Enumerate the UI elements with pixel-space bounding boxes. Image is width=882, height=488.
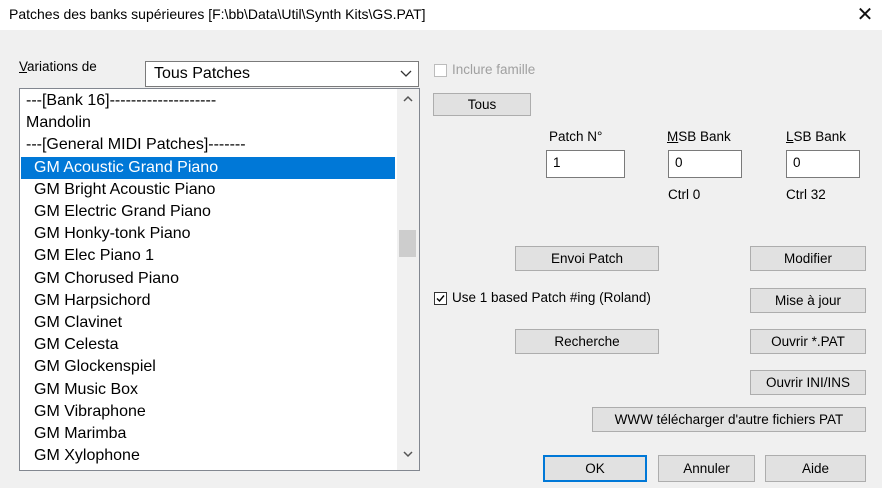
list-item[interactable]: GM Celesta	[21, 334, 395, 356]
ok-button[interactable]: OK	[543, 455, 647, 482]
lsb-bank-label: LSB Bank	[786, 129, 847, 144]
vertical-scrollbar[interactable]	[397, 89, 419, 470]
open-pat-button[interactable]: Ouvrir *.PAT	[750, 329, 866, 354]
list-item[interactable]: Mandolin	[21, 112, 395, 134]
list-item[interactable]: GM Marimba	[21, 423, 395, 445]
tous-button[interactable]: Tous	[433, 93, 531, 116]
msb-bank-field[interactable]: 0	[668, 150, 742, 178]
chevron-down-icon	[400, 64, 412, 85]
update-button[interactable]: Mise à jour	[750, 288, 866, 313]
patch-number-label: Patch N°	[549, 129, 603, 144]
checkmark-icon	[436, 295, 445, 303]
list-item[interactable]: GM Honky-tonk Piano	[21, 223, 395, 245]
download-pat-files-button[interactable]: WWW télécharger d'autre fichiers PAT	[592, 407, 866, 432]
lsb-bank-field[interactable]: 0	[786, 150, 860, 178]
scroll-thumb[interactable]	[399, 230, 416, 257]
close-icon[interactable]: ✕	[853, 3, 877, 27]
scroll-down-icon[interactable]	[397, 447, 419, 464]
variations-dropdown[interactable]: Tous Patches	[145, 61, 419, 87]
list-item[interactable]: GM Acoustic Grand Piano	[21, 156, 395, 179]
list-item[interactable]: GM Harpsichord	[21, 290, 395, 312]
modify-button[interactable]: Modifier	[750, 246, 866, 271]
patch-listbox[interactable]: ---[Bank 16]-------------------- Mandolin…	[19, 88, 420, 471]
list-item[interactable]: GM Chorused Piano	[21, 268, 395, 290]
patch-number-field[interactable]: 1	[546, 150, 625, 178]
msb-bank-label: MSB Bank	[667, 129, 731, 144]
search-button[interactable]: Recherche	[515, 329, 659, 354]
use-one-based-checkbox[interactable]	[434, 292, 447, 305]
scroll-up-icon[interactable]	[397, 92, 419, 109]
msb-ctrl-label: Ctrl 0	[668, 187, 701, 202]
list-item[interactable]: GM Clavinet	[21, 312, 395, 334]
lsb-ctrl-label: Ctrl 32	[786, 187, 826, 202]
include-family-checkbox[interactable]	[434, 64, 447, 77]
window-title: Patches des banks supérieures [F:\bb\Dat…	[9, 6, 426, 22]
include-family-label: Inclure famille	[452, 62, 536, 77]
list-item[interactable]: ---[Bank 16]--------------------	[21, 90, 395, 112]
list-item[interactable]: GM Elec Piano 1	[21, 245, 395, 267]
help-button[interactable]: Aide	[765, 455, 866, 482]
variations-label: Variations de	[19, 59, 97, 74]
list-item[interactable]: GM Xylophone	[21, 445, 395, 467]
list-item[interactable]: GM Glockenspiel	[21, 356, 395, 378]
variations-selected: Tous Patches	[154, 65, 251, 82]
list-item[interactable]: ---[General MIDI Patches]-------	[21, 134, 395, 156]
use-one-based-label: Use 1 based Patch #ing (Roland)	[452, 290, 651, 305]
list-item[interactable]: GM Electric Grand Piano	[21, 201, 395, 223]
send-patch-button[interactable]: Envoi Patch	[515, 246, 659, 271]
list-item[interactable]: GM Vibraphone	[21, 401, 395, 423]
list-item[interactable]: GM Bright Acoustic Piano	[21, 179, 395, 201]
list-item[interactable]: GM Music Box	[21, 379, 395, 401]
open-ini-ins-button[interactable]: Ouvrir INI/INS	[750, 370, 866, 395]
cancel-button[interactable]: Annuler	[658, 455, 755, 482]
title-bar: Patches des banks supérieures [F:\bb\Dat…	[0, 0, 882, 30]
